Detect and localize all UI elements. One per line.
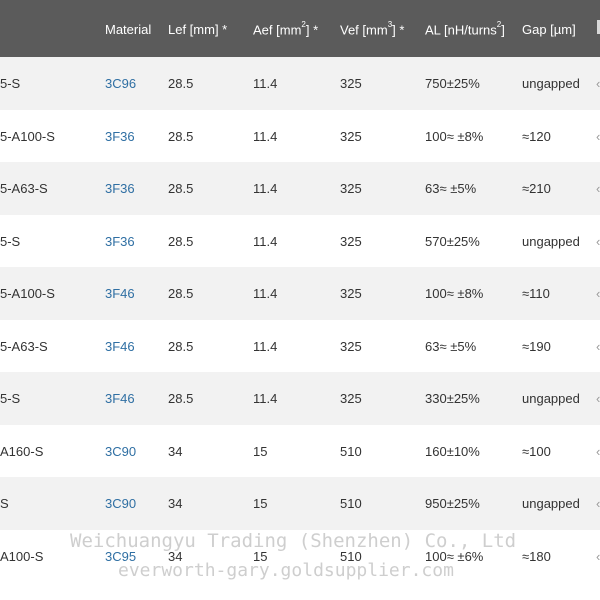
table-row: 5-A100-S 3F46 28.5 11.4 325 100≈ ±8% ≈110 ‹ (0, 267, 600, 320)
vef-cell: 510 (340, 443, 362, 459)
vef-cell: 325 (340, 181, 362, 196)
part-type-cell: A100-S (0, 548, 44, 564)
part-type-cell: 5-S (0, 233, 21, 249)
column-header-vef[interactable]: Vef [mm3] * (340, 20, 404, 37)
material-link[interactable]: 3F36 (105, 234, 135, 249)
table-row: A160-S 3C90 34 15 510 160±10% ≈100 ‹ (0, 424, 600, 477)
al-cell: 100≈ ±8% (425, 128, 484, 144)
table-header: Material Lef [mm] * Aef [mm2] * Vef [mm3… (0, 0, 600, 57)
material-link[interactable]: 3F36 (105, 129, 135, 144)
al-cell: 63≈ ±5% (425, 181, 477, 196)
part-type-cell: 5-A63-S (0, 181, 48, 196)
al-cell: 750±25% (425, 76, 480, 91)
gap-cell: ≈190 (522, 338, 551, 354)
table-row: 5-S 3F46 28.5 11.4 325 330±25% ungapped ‹ (0, 372, 600, 425)
lef-cell: 28.5 (168, 338, 194, 354)
al-cell: 570±25% (425, 233, 480, 249)
column-header-material[interactable]: Material (105, 22, 151, 37)
cut-off-cell-icon: ‹ (596, 286, 600, 301)
vef-cell: 325 (340, 391, 362, 406)
material-link[interactable]: 3C90 (105, 496, 136, 511)
aef-cell: 11.4 (253, 76, 278, 91)
table-row: A100-S 3C95 34 15 510 100≈ ±6% ≈180 ‹ (0, 529, 600, 582)
part-type-cell: 5-A100-S (0, 128, 55, 144)
cut-off-cell-icon: ‹ (596, 548, 600, 564)
lef-cell: 28.5 (168, 76, 194, 91)
vef-cell: 325 (340, 128, 362, 144)
lef-cell: 34 (168, 548, 183, 564)
cut-off-cell-icon: ‹ (596, 181, 600, 196)
material-link[interactable]: 3F46 (105, 391, 135, 406)
part-type-cell: S (0, 496, 9, 511)
gap-cell: ungapped (522, 76, 580, 91)
vef-cell: 325 (340, 286, 362, 301)
material-link[interactable]: 3C95 (105, 549, 136, 564)
cut-off-cell-icon: ‹ (596, 496, 600, 511)
al-cell: 100≈ ±8% (425, 286, 484, 301)
material-link[interactable]: 3C90 (105, 444, 136, 459)
gap-cell: ungapped (522, 391, 580, 406)
vef-cell: 325 (340, 338, 362, 354)
al-cell: 160±10% (425, 443, 480, 459)
table-row: 5-A63-S 3F36 28.5 11.4 325 63≈ ±5% ≈210 ‹ (0, 162, 600, 215)
gap-cell: ungapped (522, 496, 580, 511)
column-header-gap[interactable]: Gap [µm] (522, 22, 576, 37)
aef-cell: 11.4 (253, 338, 278, 354)
vef-cell: 510 (340, 496, 362, 511)
lef-cell: 28.5 (168, 391, 194, 406)
gap-cell: ≈120 (522, 128, 551, 144)
part-type-cell: 5-A63-S (0, 338, 48, 354)
aef-cell: 11.4 (253, 233, 278, 249)
cut-off-cell-icon: ‹ (596, 128, 600, 144)
cut-off-cell-icon: ‹ (596, 338, 600, 354)
column-header-al[interactable]: AL [nH/turns2] (425, 20, 505, 37)
table-row: 5-A100-S 3F36 28.5 11.4 325 100≈ ±8% ≈120 ‹ (0, 109, 600, 162)
cut-off-cell-icon: ‹ (596, 76, 600, 91)
vef-cell: 325 (340, 233, 362, 249)
gap-cell: ungapped (522, 233, 580, 249)
material-link[interactable]: 3F36 (105, 181, 135, 196)
aef-cell: 11.4 (253, 181, 278, 196)
al-cell: 63≈ ±5% (425, 338, 477, 354)
material-link[interactable]: 3C96 (105, 76, 136, 91)
al-cell: 950±25% (425, 496, 480, 511)
column-header-aef[interactable]: Aef [mm2] * (253, 20, 318, 37)
part-type-cell: A160-S (0, 443, 44, 459)
aef-cell: 15 (253, 443, 268, 459)
vef-cell: 325 (340, 76, 362, 91)
gap-cell: ≈180 (522, 548, 551, 564)
aef-cell: 11.4 (253, 286, 278, 301)
column-header-lef[interactable]: Lef [mm] * (168, 22, 227, 37)
al-cell: 100≈ ±6% (425, 548, 484, 564)
gap-cell: ≈110 (522, 286, 550, 301)
material-link[interactable]: 3F46 (105, 286, 135, 301)
table-row: 5-A63-S 3F46 28.5 11.4 325 63≈ ±5% ≈190 ‹ (0, 319, 600, 372)
lef-cell: 28.5 (168, 128, 194, 144)
lef-cell: 28.5 (168, 286, 194, 301)
aef-cell: 15 (253, 548, 268, 564)
gap-cell: ≈100 (522, 443, 551, 459)
aef-cell: 15 (253, 496, 268, 511)
part-type-cell: 5-S (0, 391, 21, 406)
cut-off-cell-icon: ‹ (596, 233, 600, 249)
table-row: 5-S 3C96 28.5 11.4 325 750±25% ungapped ‹ (0, 57, 600, 110)
vef-cell: 510 (340, 548, 362, 564)
cut-off-cell-icon: ‹ (596, 443, 600, 459)
lef-cell: 34 (168, 443, 183, 459)
part-type-cell: 5-A100-S (0, 286, 55, 301)
al-cell: 330±25% (425, 391, 480, 406)
material-link[interactable]: 3F46 (105, 339, 135, 354)
table-row: S 3C90 34 15 510 950±25% ungapped ‹ (0, 477, 600, 530)
aef-cell: 11.4 (253, 391, 278, 406)
cut-off-cell-icon: ‹ (596, 391, 600, 406)
aef-cell: 11.4 (253, 128, 278, 144)
lef-cell: 28.5 (168, 181, 194, 196)
lef-cell: 34 (168, 496, 183, 511)
lef-cell: 28.5 (168, 233, 194, 249)
table-row: 5-S 3F36 28.5 11.4 325 570±25% ungapped ‹ (0, 214, 600, 267)
gap-cell: ≈210 (522, 181, 551, 196)
part-type-cell: 5-S (0, 76, 21, 91)
